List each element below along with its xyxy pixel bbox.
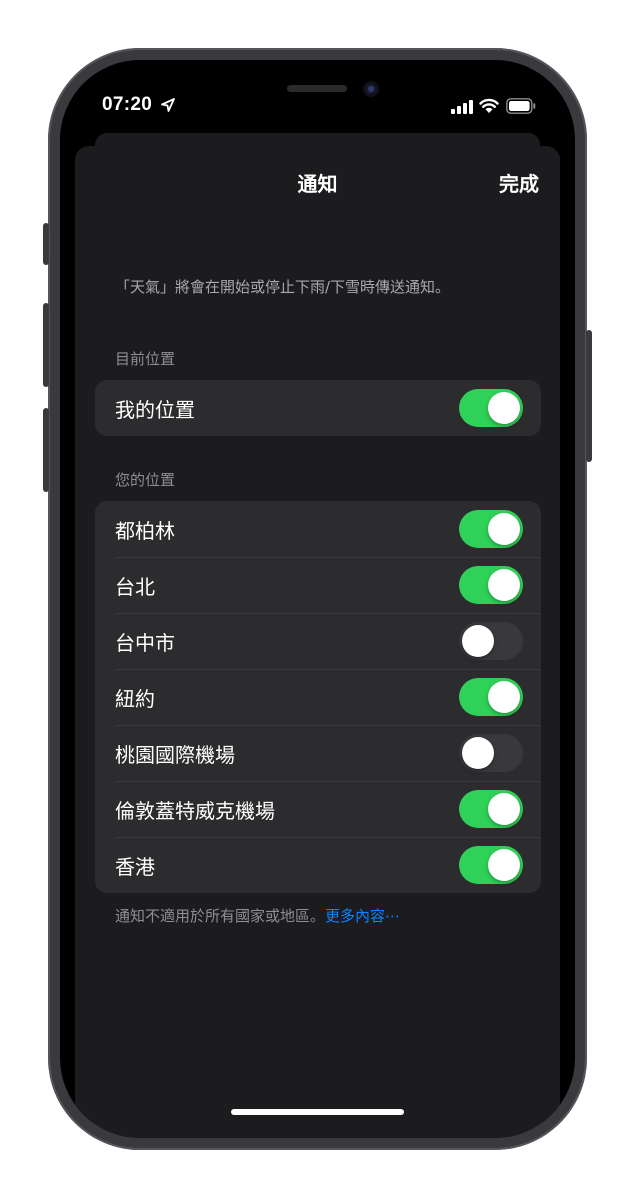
toggle-knob [462, 625, 494, 657]
battery-icon [506, 98, 536, 114]
current-location-group: 我的位置 [95, 380, 541, 436]
toggle-knob [488, 849, 520, 881]
wifi-icon [479, 98, 499, 113]
toggle-knob [488, 681, 520, 713]
toggle-knob [488, 392, 520, 424]
front-camera [363, 81, 379, 97]
list-item: 香港 [95, 837, 541, 893]
status-time: 07:20 [102, 94, 153, 115]
location-label: 我的位置 [115, 397, 195, 422]
list-item: 紐約 [95, 669, 541, 725]
footer-note-text: 通知不適用於所有國家或地區。 [115, 907, 326, 925]
location-toggle[interactable] [459, 790, 523, 828]
toggle-knob [488, 793, 520, 825]
list-item: 台北 [95, 557, 541, 613]
location-label: 台中市 [115, 630, 175, 655]
home-indicator[interactable] [231, 1109, 404, 1115]
list-item: 桃園國際機場 [95, 725, 541, 781]
location-label: 都柏林 [115, 518, 175, 543]
location-toggle[interactable] [459, 389, 523, 427]
location-label: 香港 [115, 854, 155, 879]
toggle-knob [488, 569, 520, 601]
location-toggle[interactable] [459, 510, 523, 548]
location-toggle[interactable] [459, 678, 523, 716]
location-toggle[interactable] [459, 566, 523, 604]
done-button[interactable]: 完成 [499, 168, 539, 197]
screen: 07:20 通知 完成 「天氣」將會在開始或停止下雨/下雪時傳送通知。 目前位置… [60, 60, 575, 1138]
your-locations-group: 都柏林 台北 台中市 紐約 桃園國際機場 倫敦蓋特威克機場 香港 [95, 501, 541, 893]
volume-up-button [43, 303, 49, 387]
list-item: 都柏林 [95, 501, 541, 557]
toggle-knob [488, 513, 520, 545]
footer-note: 通知不適用於所有國家或地區。更多內容⋯ [115, 905, 400, 926]
notification-description: 「天氣」將會在開始或停止下雨/下雪時傳送通知。 [115, 278, 451, 296]
location-label: 倫敦蓋特威克機場 [115, 798, 275, 823]
action-button [43, 223, 49, 265]
earpiece-speaker [287, 85, 347, 92]
location-arrow-icon [161, 98, 175, 112]
volume-down-button [43, 408, 49, 492]
location-toggle[interactable] [459, 622, 523, 660]
list-item: 倫敦蓋特威克機場 [95, 781, 541, 837]
page-title: 通知 [297, 172, 338, 196]
cellular-signal-icon [451, 100, 473, 114]
current-location-header: 目前位置 [115, 350, 176, 368]
more-info-link[interactable]: 更多內容⋯ [325, 907, 400, 925]
location-label: 台北 [115, 574, 155, 599]
your-locations-header: 您的位置 [115, 471, 176, 489]
location-label: 桃園國際機場 [115, 742, 235, 767]
toggle-knob [462, 737, 494, 769]
list-item: 我的位置 [95, 380, 541, 436]
location-toggle[interactable] [459, 734, 523, 772]
location-label: 紐約 [115, 686, 155, 711]
notifications-sheet: 通知 完成 「天氣」將會在開始或停止下雨/下雪時傳送通知。 目前位置 我的位置 … [75, 146, 560, 1138]
power-button [586, 330, 592, 462]
list-item: 台中市 [95, 613, 541, 669]
location-toggle[interactable] [459, 846, 523, 884]
